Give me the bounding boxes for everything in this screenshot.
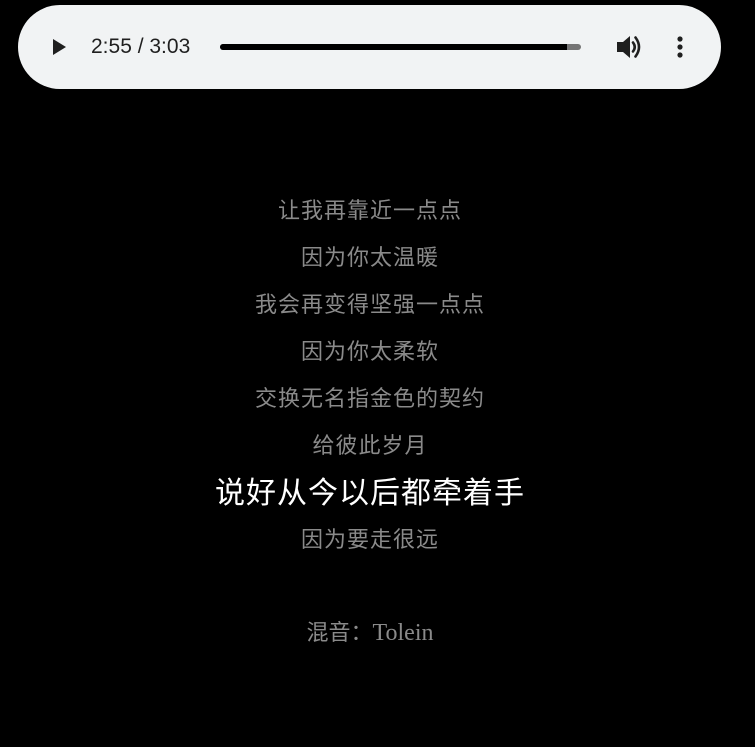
play-button[interactable] xyxy=(50,38,68,56)
lyrics-panel: 让我再靠近一点点 因为你太温暖 我会再变得坚强一点点 因为你太柔软 交换无名指金… xyxy=(0,188,740,564)
play-icon xyxy=(53,39,66,55)
lyric-line: 因为你太温暖 xyxy=(300,246,439,271)
lyric-line: 让我再靠近一点点 xyxy=(277,199,462,224)
time-display: 2:55 / 3:03 xyxy=(91,35,191,58)
lyric-line: 给彼此岁月 xyxy=(312,434,428,459)
volume-icon xyxy=(617,36,641,58)
credit-label: 混音： xyxy=(306,621,373,646)
audio-player: 2:55 / 3:03 xyxy=(18,5,721,89)
seek-progress xyxy=(220,44,568,50)
seek-slider[interactable] xyxy=(220,44,581,50)
current-lyric-line: 说好从今以后都牵着手 xyxy=(215,476,525,511)
lyric-line: 因为你太柔软 xyxy=(300,340,439,365)
more-vert-icon xyxy=(677,36,683,58)
lyric-line: 因为要走很远 xyxy=(300,528,439,553)
credit-name: Tolein xyxy=(372,620,434,646)
lyric-line: 交换无名指金色的契约 xyxy=(254,387,485,412)
volume-button[interactable] xyxy=(616,34,644,60)
more-options-button[interactable] xyxy=(673,35,687,61)
lyric-line: 我会再变得坚强一点点 xyxy=(254,293,485,318)
mix-credit: 混音：Tolein xyxy=(0,613,740,654)
